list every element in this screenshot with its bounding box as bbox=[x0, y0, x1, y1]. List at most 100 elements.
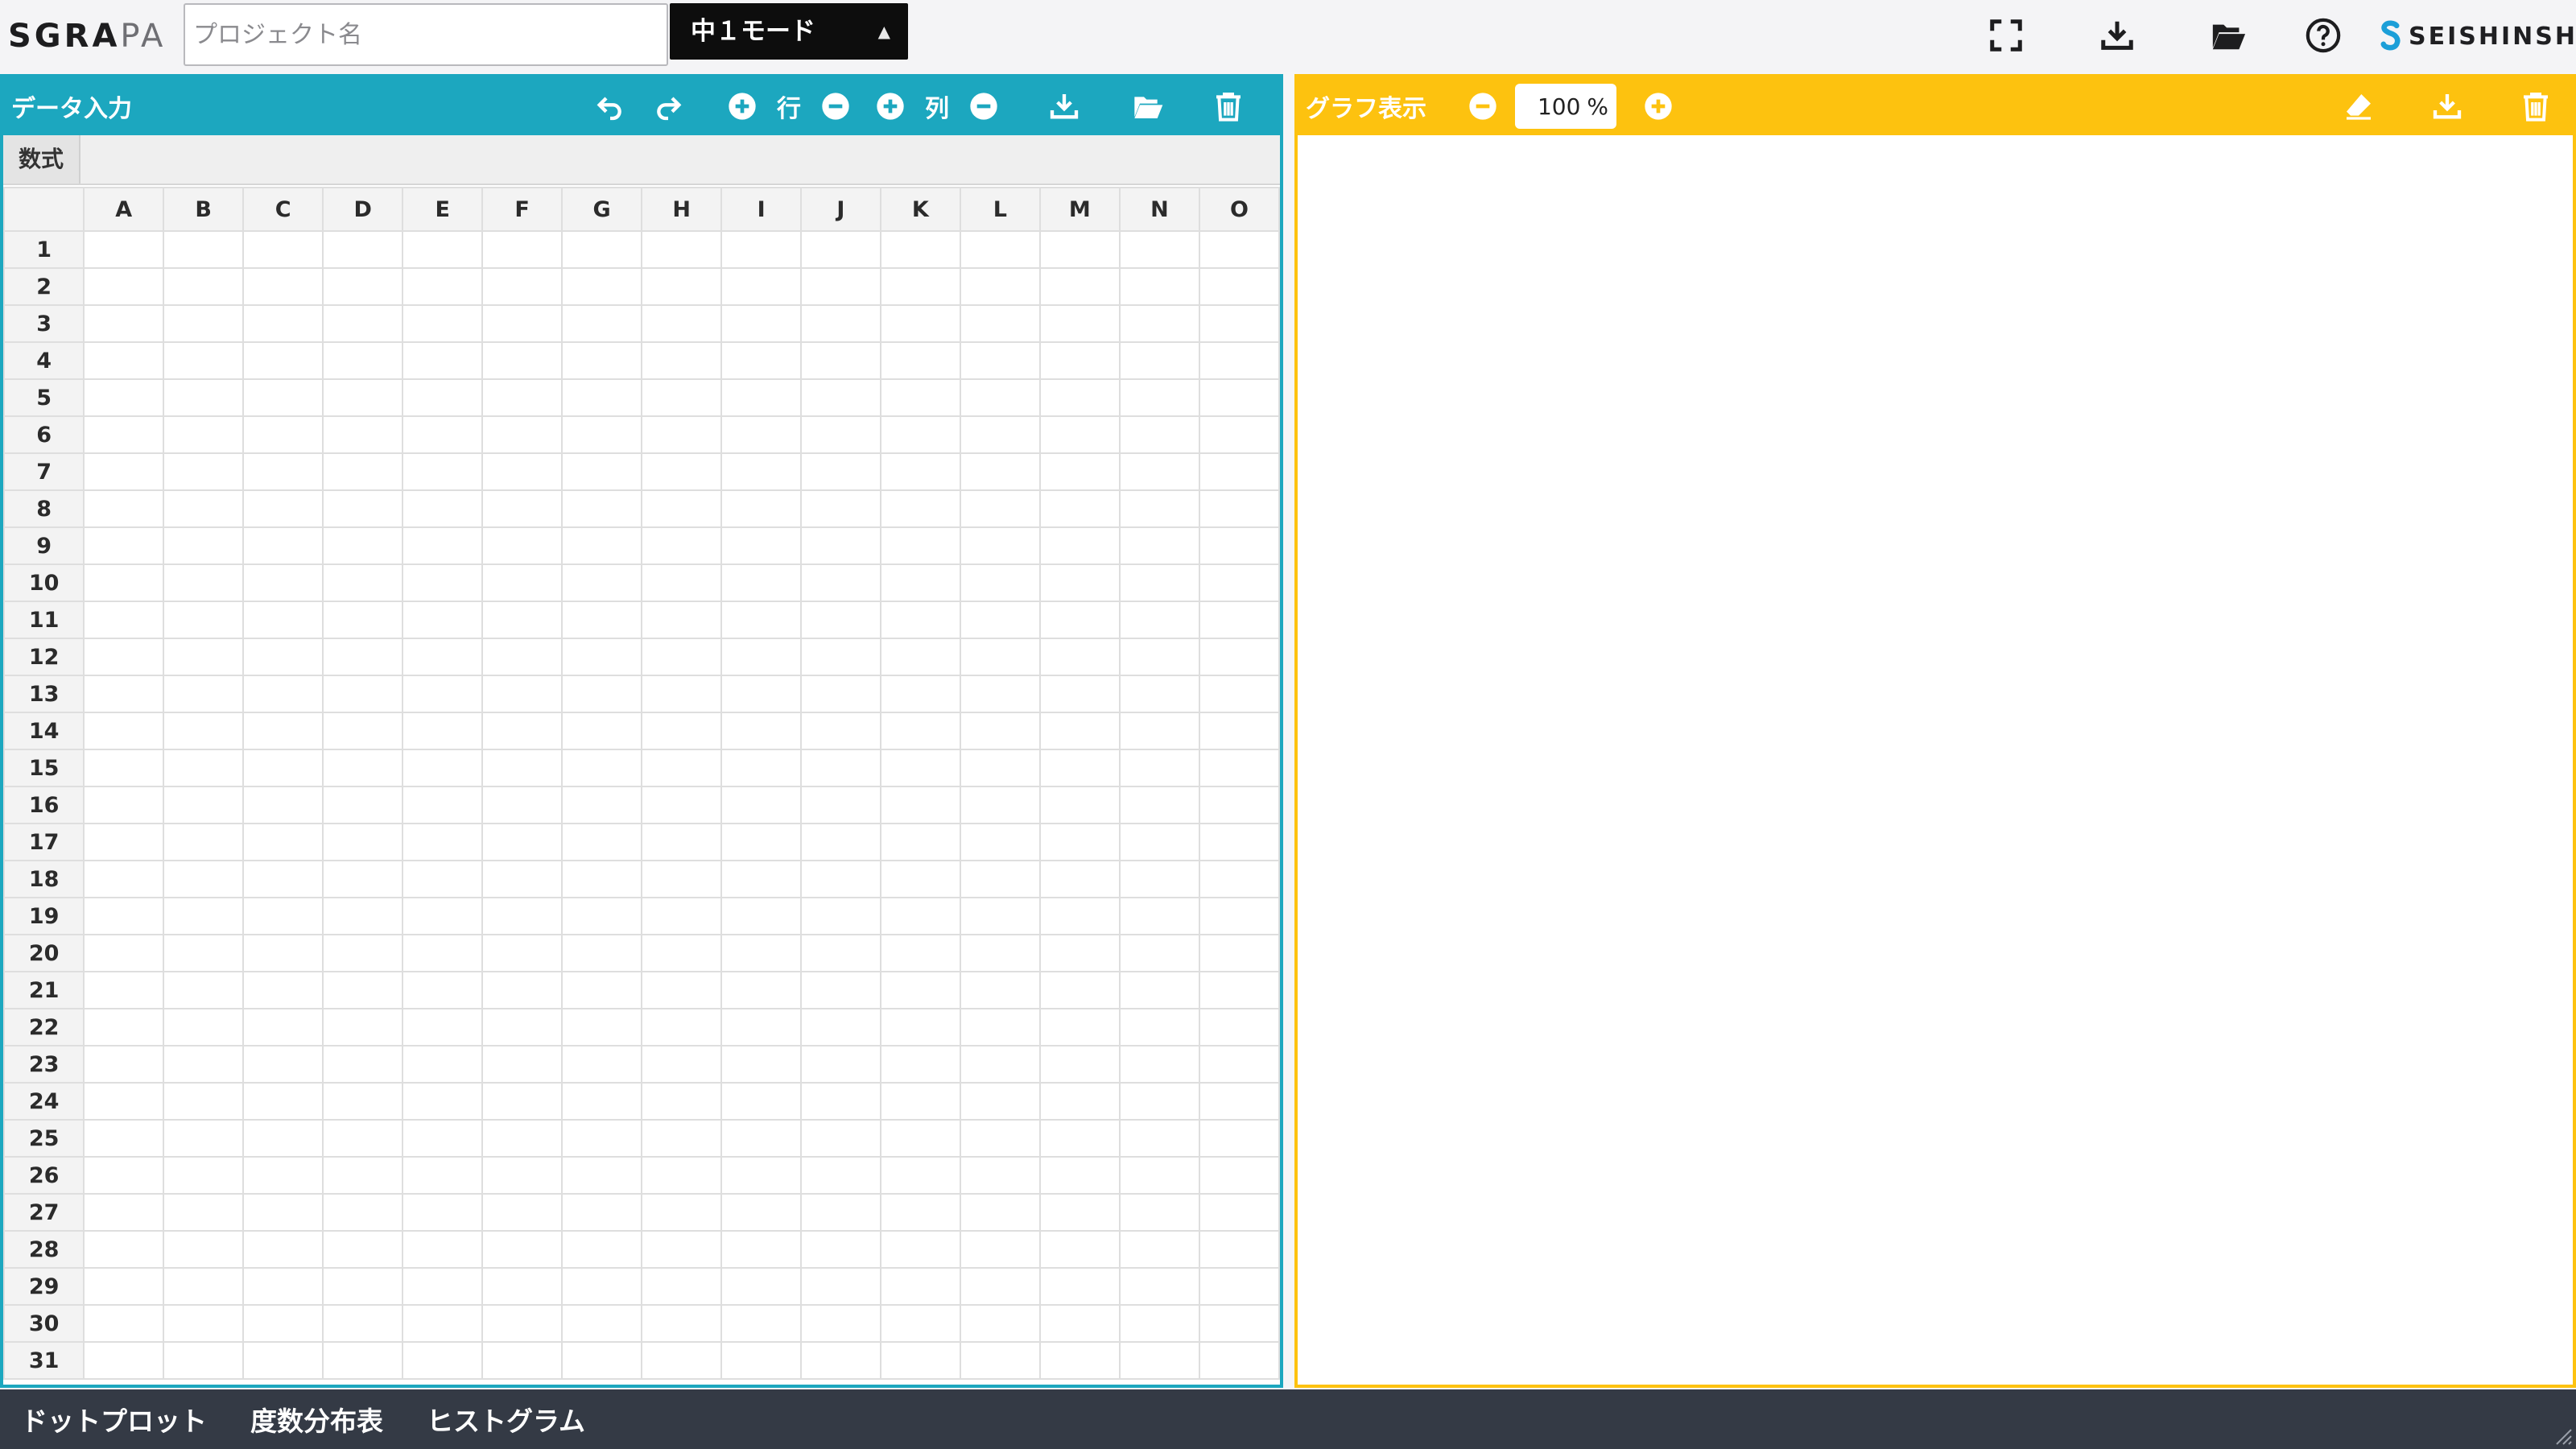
grid-cell[interactable] bbox=[641, 1119, 723, 1158]
grid-cell[interactable] bbox=[83, 378, 165, 417]
grid-cell[interactable] bbox=[879, 341, 961, 380]
grid-cell[interactable] bbox=[561, 526, 643, 565]
grid-cell[interactable] bbox=[1118, 712, 1200, 750]
grid-cell[interactable] bbox=[242, 823, 324, 861]
grid-cell[interactable] bbox=[163, 1119, 245, 1158]
grid-cell[interactable] bbox=[402, 675, 484, 713]
grid-cell[interactable] bbox=[163, 304, 245, 343]
grid-cell[interactable] bbox=[800, 1008, 881, 1046]
grid-cell[interactable] bbox=[641, 971, 723, 1009]
grid-cell[interactable] bbox=[1118, 1156, 1200, 1195]
grid-cell[interactable] bbox=[1038, 489, 1121, 528]
column-header[interactable]: C bbox=[242, 187, 324, 232]
row-header[interactable]: 17 bbox=[3, 823, 85, 861]
grid-cell[interactable] bbox=[83, 304, 165, 343]
column-header[interactable]: E bbox=[402, 187, 484, 232]
grid-cell[interactable] bbox=[83, 638, 165, 676]
grid-cell[interactable] bbox=[163, 749, 245, 787]
grid-cell[interactable] bbox=[800, 230, 881, 269]
row-header[interactable]: 23 bbox=[3, 1045, 85, 1084]
grid-cell[interactable] bbox=[1038, 1230, 1121, 1269]
grid-cell[interactable] bbox=[481, 378, 564, 417]
grid-cell[interactable] bbox=[1198, 638, 1280, 676]
mode-select[interactable]: 中１モード ▲ bbox=[670, 3, 908, 60]
grid-cell[interactable] bbox=[959, 341, 1041, 380]
grid-cell[interactable] bbox=[322, 601, 404, 639]
grid-cell[interactable] bbox=[83, 1267, 165, 1306]
grid-cell[interactable] bbox=[1038, 452, 1121, 491]
grid-cell[interactable] bbox=[402, 378, 484, 417]
grid-cell[interactable] bbox=[481, 230, 564, 269]
grid-cell[interactable] bbox=[83, 823, 165, 861]
grid-cell[interactable] bbox=[720, 897, 803, 935]
grid-cell[interactable] bbox=[1038, 304, 1121, 343]
project-name-input[interactable] bbox=[184, 3, 668, 66]
grid-cell[interactable] bbox=[242, 1341, 324, 1380]
grid-cell[interactable] bbox=[1198, 304, 1280, 343]
grid-cell[interactable] bbox=[1038, 786, 1121, 824]
grid-cell[interactable] bbox=[879, 1008, 961, 1046]
grid-cell[interactable] bbox=[322, 1230, 404, 1269]
grid-cell[interactable] bbox=[1038, 564, 1121, 602]
grid-cell[interactable] bbox=[879, 1267, 961, 1306]
grid-cell[interactable] bbox=[720, 1008, 803, 1046]
grid-cell[interactable] bbox=[641, 1230, 723, 1269]
grid-cell[interactable] bbox=[1118, 1082, 1200, 1121]
grid-cell[interactable] bbox=[83, 1230, 165, 1269]
grid-cell[interactable] bbox=[1038, 1156, 1121, 1195]
grid-cell[interactable] bbox=[402, 971, 484, 1009]
row-header[interactable]: 26 bbox=[3, 1156, 85, 1195]
grid-cell[interactable] bbox=[1118, 675, 1200, 713]
grid-cell[interactable] bbox=[481, 564, 564, 602]
grid-cell[interactable] bbox=[481, 712, 564, 750]
grid-cell[interactable] bbox=[163, 1156, 245, 1195]
grid-cell[interactable] bbox=[481, 1156, 564, 1195]
grid-cell[interactable] bbox=[322, 1267, 404, 1306]
grid-cell[interactable] bbox=[800, 415, 881, 454]
grid-cell[interactable] bbox=[561, 786, 643, 824]
grid-cell[interactable] bbox=[83, 415, 165, 454]
grid-cell[interactable] bbox=[561, 971, 643, 1009]
grid-cell[interactable] bbox=[242, 1193, 324, 1232]
grid-cell[interactable] bbox=[641, 712, 723, 750]
grid-cell[interactable] bbox=[242, 378, 324, 417]
open-folder-button[interactable] bbox=[2206, 13, 2251, 58]
grid-cell[interactable] bbox=[720, 564, 803, 602]
grid-cell[interactable] bbox=[720, 823, 803, 861]
grid-cell[interactable] bbox=[959, 1156, 1041, 1195]
grid-cell[interactable] bbox=[322, 749, 404, 787]
grid-cell[interactable] bbox=[163, 1304, 245, 1343]
grid-cell[interactable] bbox=[1198, 1119, 1280, 1158]
grid-cell[interactable] bbox=[720, 230, 803, 269]
grid-cell[interactable] bbox=[481, 1230, 564, 1269]
grid-cell[interactable] bbox=[641, 1193, 723, 1232]
grid-cell[interactable] bbox=[481, 1304, 564, 1343]
row-header[interactable]: 4 bbox=[3, 341, 85, 380]
grid-cell[interactable] bbox=[83, 489, 165, 528]
grid-cell[interactable] bbox=[322, 712, 404, 750]
grid-cell[interactable] bbox=[641, 675, 723, 713]
grid-cell[interactable] bbox=[1038, 601, 1121, 639]
grid-cell[interactable] bbox=[481, 823, 564, 861]
column-header[interactable]: G bbox=[561, 187, 643, 232]
grid-cell[interactable] bbox=[322, 526, 404, 565]
grid-cell[interactable] bbox=[720, 971, 803, 1009]
grid-cell[interactable] bbox=[163, 1193, 245, 1232]
grid-cell[interactable] bbox=[561, 1230, 643, 1269]
grid-cell[interactable] bbox=[641, 341, 723, 380]
grid-cell[interactable] bbox=[163, 675, 245, 713]
column-header[interactable]: D bbox=[322, 187, 404, 232]
grid-cell[interactable] bbox=[561, 489, 643, 528]
data-download-button[interactable] bbox=[1042, 85, 1087, 127]
grid-cell[interactable] bbox=[641, 1304, 723, 1343]
grid-cell[interactable] bbox=[720, 860, 803, 898]
grid-cell[interactable] bbox=[83, 786, 165, 824]
grid-cell[interactable] bbox=[163, 1008, 245, 1046]
row-header[interactable]: 27 bbox=[3, 1193, 85, 1232]
grid-cell[interactable] bbox=[800, 601, 881, 639]
grid-cell[interactable] bbox=[322, 860, 404, 898]
grid-cell[interactable] bbox=[402, 1008, 484, 1046]
grid-cell[interactable] bbox=[83, 452, 165, 491]
undo-button[interactable] bbox=[589, 85, 631, 127]
grid-cell[interactable] bbox=[879, 749, 961, 787]
